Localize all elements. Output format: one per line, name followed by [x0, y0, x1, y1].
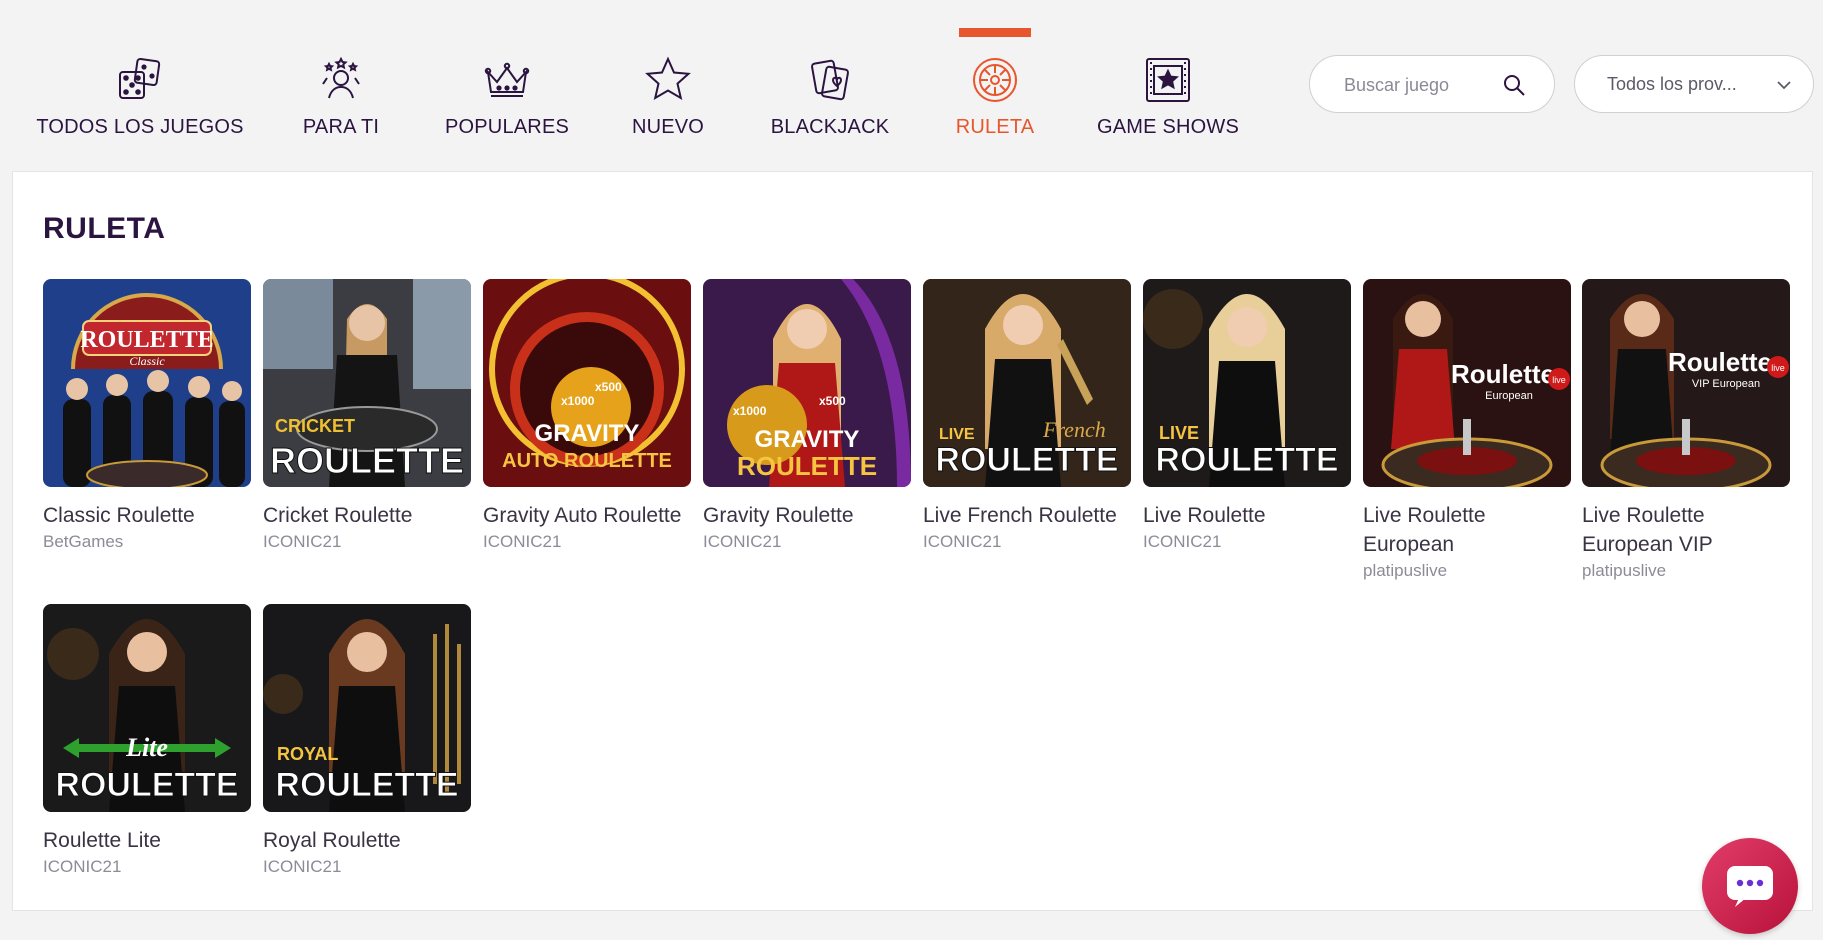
game-provider: ICONIC21 — [263, 857, 342, 876]
game-provider: ICONIC21 — [923, 532, 1002, 551]
provider-select[interactable]: Todos los prov... — [1574, 55, 1814, 113]
tab-label: POPULARES — [444, 116, 570, 138]
svg-text:European: European — [1485, 390, 1533, 402]
game-provider: BetGames — [43, 532, 124, 551]
game-card[interactable]: x1000 x500 GRAVITY ROULETTE Gravity Roul… — [703, 279, 911, 552]
search-box[interactable] — [1309, 55, 1555, 113]
game-name: Classic Roulette — [43, 504, 195, 527]
svg-text:live: live — [1552, 375, 1566, 385]
game-provider: ICONIC21 — [263, 532, 342, 551]
games-panel: RULETA ROULETTE Classic Classic Roulette… — [12, 171, 1813, 911]
roulette-icon — [969, 54, 1021, 106]
search-input[interactable] — [1342, 72, 1506, 98]
game-card[interactable]: LIVE French ROULETTE Live French Roulett… — [923, 279, 1131, 552]
svg-text:GRAVITY: GRAVITY — [755, 426, 860, 453]
game-provider: ICONIC21 — [43, 857, 122, 876]
game-thumbnail[interactable]: LIVE French ROULETTE — [923, 279, 1131, 487]
game-card[interactable]: Roulette live VIP European Live Roulette… — [1582, 279, 1790, 581]
section-title: RULETA — [43, 212, 166, 245]
game-thumbnail[interactable]: Roulette live VIP European — [1582, 279, 1790, 487]
svg-text:x500: x500 — [819, 394, 846, 408]
svg-text:Lite: Lite — [125, 733, 168, 762]
svg-text:VIP European: VIP European — [1692, 378, 1760, 390]
game-card[interactable]: Roulette live European Live Roulette Eur… — [1363, 279, 1571, 581]
game-name: Live Roulette European — [1363, 504, 1486, 556]
svg-text:Classic: Classic — [129, 354, 165, 368]
svg-text:x1000: x1000 — [561, 394, 595, 408]
chevron-down-icon — [1775, 76, 1793, 94]
tab-label: RULETA — [955, 116, 1035, 138]
tab-label: GAME SHOWS — [1097, 116, 1240, 138]
game-thumbnail[interactable]: x1000 x500 GRAVITY AUTO ROULETTE — [483, 279, 691, 487]
svg-text:Roulette: Roulette — [1668, 347, 1772, 377]
game-name: Roulette Lite — [43, 829, 161, 852]
search-icon[interactable] — [1502, 73, 1526, 97]
svg-text:live: live — [1771, 363, 1785, 373]
cards-icon — [804, 54, 856, 106]
game-provider: platipuslive — [1363, 561, 1448, 580]
game-thumbnail[interactable]: ROULETTE Classic — [43, 279, 251, 487]
active-tab-indicator — [959, 28, 1031, 37]
tab-nuevo[interactable]: NUEVO — [632, 28, 704, 148]
tab-para-ti[interactable]: PARA TI — [300, 28, 382, 148]
svg-text:ROULETTE: ROULETTE — [275, 766, 458, 804]
svg-text:ROULETTE: ROULETTE — [270, 440, 464, 481]
game-provider: ICONIC21 — [483, 532, 562, 551]
crown-icon — [481, 54, 533, 106]
user-star-icon — [315, 54, 367, 106]
tab-ruleta[interactable]: RULETA — [956, 28, 1034, 148]
provider-select-value: Todos los prov... — [1607, 74, 1737, 94]
chat-bubble-icon — [1727, 866, 1773, 907]
svg-text:Roulette: Roulette — [1451, 359, 1555, 389]
game-name: Live Roulette — [1143, 504, 1266, 527]
svg-text:French: French — [1042, 417, 1106, 442]
svg-text:LIVE: LIVE — [1159, 423, 1199, 443]
svg-text:ROULETTE: ROULETTE — [737, 451, 877, 481]
svg-text:ROULETTE: ROULETTE — [935, 441, 1118, 479]
game-thumbnail[interactable]: LIVE ROULETTE — [1143, 279, 1351, 487]
svg-text:AUTO ROULETTE: AUTO ROULETTE — [502, 450, 672, 472]
chat-button[interactable] — [1702, 838, 1798, 934]
svg-text:ROULETTE: ROULETTE — [55, 766, 238, 804]
tab-populares[interactable]: POPULARES — [445, 28, 569, 148]
game-name: Live Roulette European VIP — [1582, 504, 1713, 556]
svg-text:x1000: x1000 — [733, 404, 767, 418]
dice-icon — [114, 54, 166, 106]
game-name: Live French Roulette — [923, 504, 1117, 527]
game-thumbnail[interactable]: ROYAL ROULETTE — [263, 604, 471, 812]
game-card[interactable]: x1000 x500 GRAVITY AUTO ROULETTE Gravity… — [483, 279, 691, 552]
game-card[interactable]: Lite ROULETTE Roulette Lite ICONIC21 — [43, 604, 251, 877]
tab-label: NUEVO — [631, 116, 705, 138]
tab-label: TODOS LOS JUEGOS — [36, 116, 244, 138]
tab-label: PARA TI — [302, 116, 380, 138]
star-icon — [642, 54, 694, 106]
game-thumbnail[interactable]: CRICKET ROULETTE — [263, 279, 471, 487]
tab-game-shows[interactable]: GAME SHOWS — [1097, 28, 1239, 148]
game-name: Cricket Roulette — [263, 504, 413, 527]
game-name: Gravity Auto Roulette — [483, 504, 682, 527]
category-nav: TODOS LOS JUEGOS PARA TI POPULARES NUEVO… — [0, 0, 1823, 172]
tab-todos-los-juegos[interactable]: TODOS LOS JUEGOS — [36, 28, 243, 148]
game-provider: ICONIC21 — [703, 532, 782, 551]
tab-label: BLACKJACK — [770, 116, 890, 138]
game-card[interactable]: ROYAL ROULETTE Royal Roulette ICONIC21 — [263, 604, 471, 877]
tab-blackjack[interactable]: BLACKJACK — [770, 28, 890, 148]
game-name: Gravity Roulette — [703, 504, 854, 527]
game-card[interactable]: LIVE ROULETTE Live Roulette ICONIC21 — [1143, 279, 1351, 552]
game-thumbnail[interactable]: Roulette live European — [1363, 279, 1571, 487]
svg-text:ROULETTE: ROULETTE — [80, 327, 213, 353]
game-provider: ICONIC21 — [1143, 532, 1222, 551]
svg-text:ROULETTE: ROULETTE — [1155, 441, 1338, 479]
game-thumbnail[interactable]: x1000 x500 GRAVITY ROULETTE — [703, 279, 911, 487]
svg-text:CRICKET: CRICKET — [275, 416, 355, 436]
game-thumbnail[interactable]: Lite ROULETTE — [43, 604, 251, 812]
film-star-icon — [1142, 54, 1194, 106]
svg-text:x500: x500 — [595, 380, 622, 394]
game-card[interactable]: CRICKET ROULETTE Cricket Roulette ICONIC… — [263, 279, 471, 552]
svg-text:ROYAL: ROYAL — [277, 744, 338, 764]
game-provider: platipuslive — [1582, 561, 1667, 580]
svg-text:GRAVITY: GRAVITY — [535, 420, 640, 447]
game-name: Royal Roulette — [263, 829, 401, 852]
game-card[interactable]: ROULETTE Classic Classic Roulette BetGam… — [43, 279, 251, 552]
